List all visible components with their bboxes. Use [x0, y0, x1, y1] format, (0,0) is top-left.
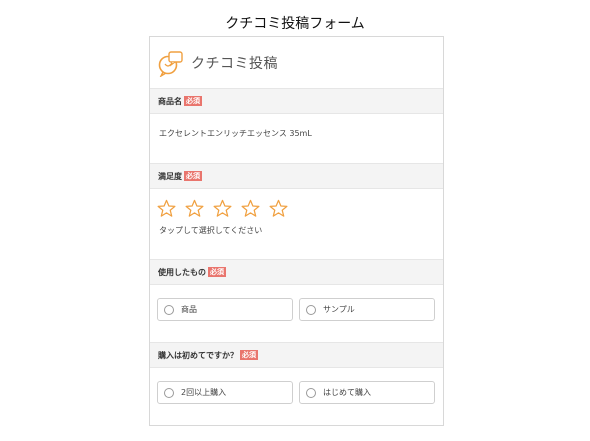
option-label: はじめて購入: [323, 388, 371, 397]
star-2-icon[interactable]: [185, 199, 204, 218]
required-badge: 必須: [208, 267, 226, 277]
option-label: 商品: [181, 305, 197, 314]
section-rating-header: 満足度 必須: [150, 163, 443, 189]
chat-bubble-logo-icon: [157, 49, 185, 78]
option-first-purchase[interactable]: はじめて購入: [299, 381, 435, 404]
radio-unchecked-icon[interactable]: [306, 387, 316, 398]
option-label: サンプル: [323, 305, 355, 314]
rating-hint: タップして選択してください: [159, 226, 263, 235]
section-first-purchase-label: 購入は初めてですか？: [158, 350, 238, 360]
required-badge: 必須: [240, 350, 258, 360]
required-badge: 必須: [184, 171, 202, 181]
star-1-icon[interactable]: [157, 199, 176, 218]
product-name-value: エクセレントエンリッチエッセンス 35mL: [159, 129, 312, 138]
page-title: クチコミ投稿フォーム: [225, 16, 365, 32]
radio-unchecked-icon[interactable]: [306, 304, 316, 315]
star-4-icon[interactable]: [241, 199, 260, 218]
section-first-purchase-header: 購入は初めてですか？ 必須: [150, 342, 443, 368]
review-form-card: クチコミ投稿 商品名 必須 エクセレントエンリッチエッセンス 35mL 満足度 …: [149, 36, 444, 426]
section-used-header: 使用したもの 必須: [150, 259, 443, 285]
section-product-label: 商品名: [158, 96, 182, 106]
radio-unchecked-icon[interactable]: [164, 304, 174, 315]
section-rating-label: 満足度: [158, 171, 182, 181]
option-repeat-purchase[interactable]: 2回以上購入: [157, 381, 293, 404]
section-used-label: 使用したもの: [158, 267, 206, 277]
star-3-icon[interactable]: [213, 199, 232, 218]
star-rating: [157, 199, 288, 218]
option-label: 2回以上購入: [181, 388, 227, 397]
form-header: クチコミ投稿: [150, 37, 443, 88]
section-product-header: 商品名 必須: [150, 88, 443, 114]
radio-unchecked-icon[interactable]: [164, 387, 174, 398]
option-sample[interactable]: サンプル: [299, 298, 435, 321]
option-product[interactable]: 商品: [157, 298, 293, 321]
form-title: クチコミ投稿: [191, 55, 278, 72]
star-5-icon[interactable]: [269, 199, 288, 218]
required-badge: 必須: [184, 96, 202, 106]
